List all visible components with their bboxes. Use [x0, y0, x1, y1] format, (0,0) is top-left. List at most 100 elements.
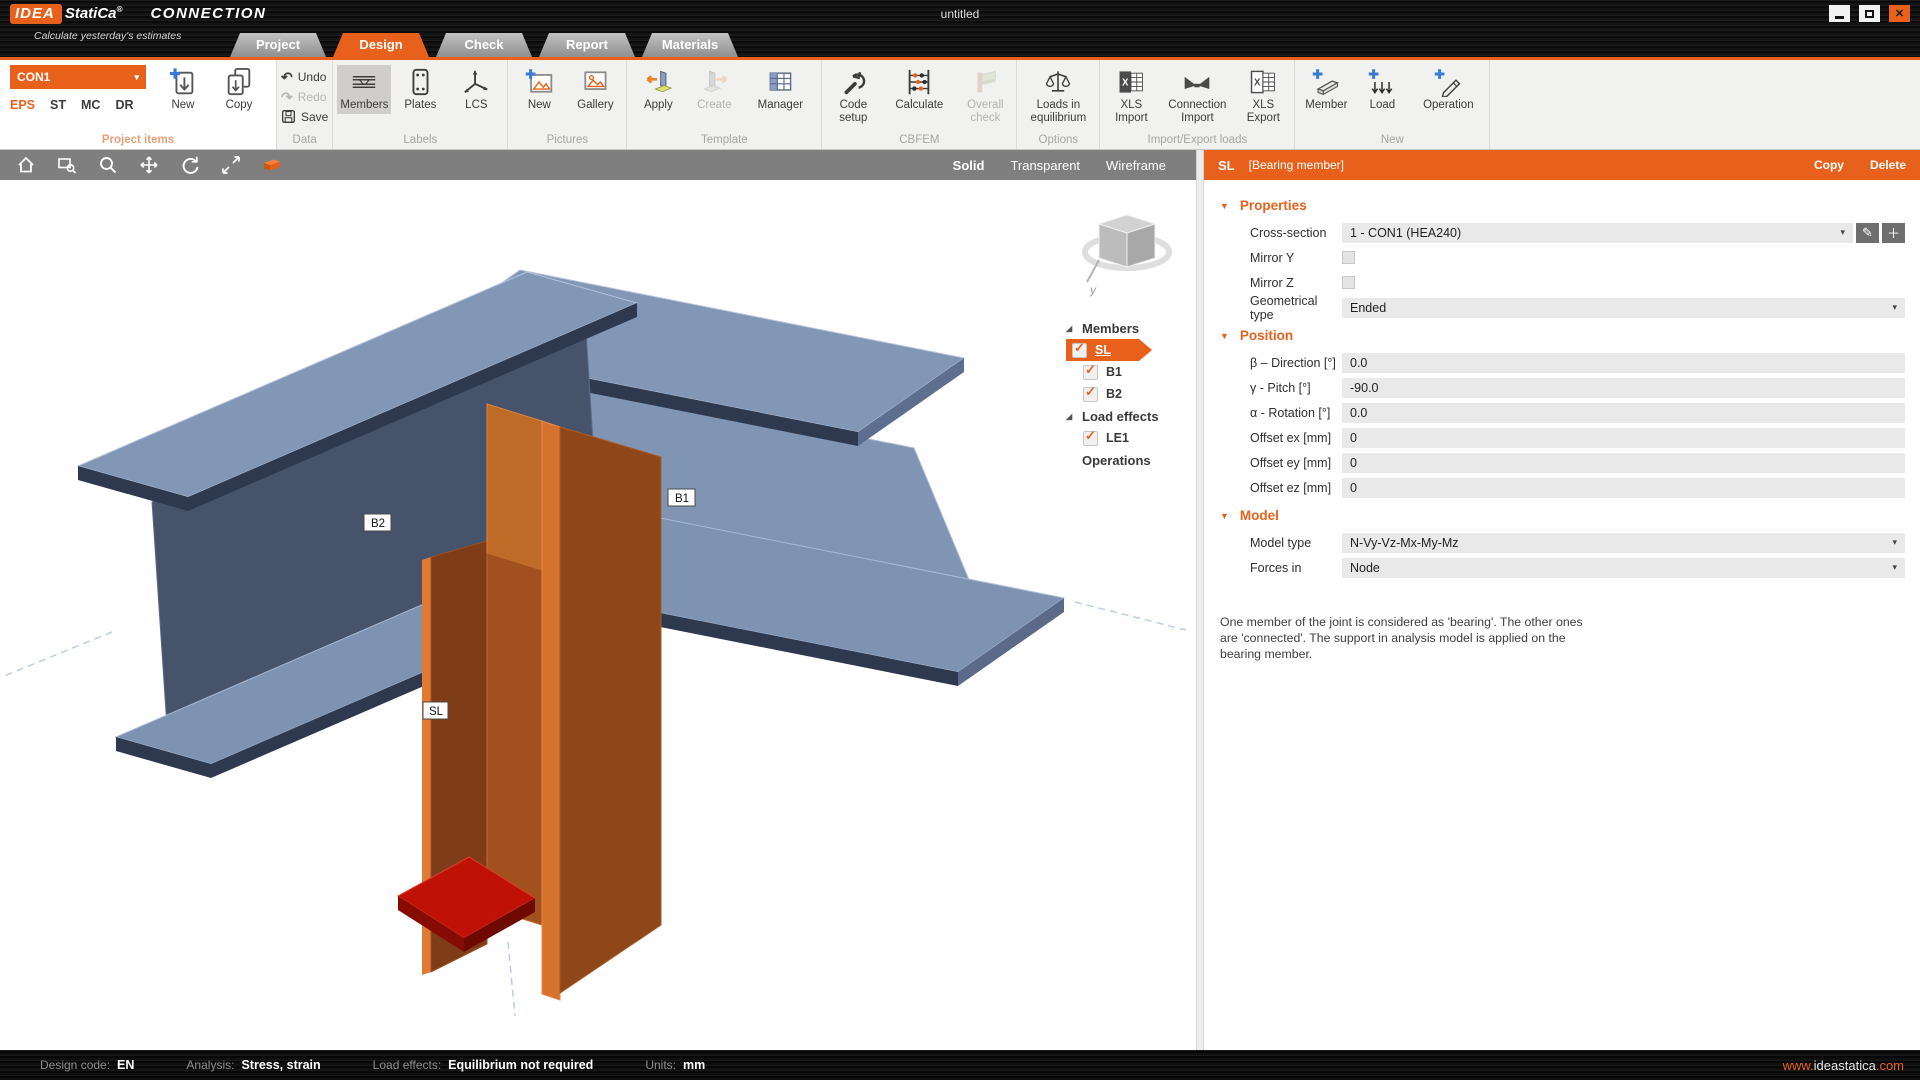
section-position[interactable]: ▼ Position [1210, 320, 1905, 350]
copy-member-button[interactable]: Copy [1814, 158, 1844, 172]
beam-labels-icon [349, 67, 379, 97]
mirror-y-checkbox[interactable] [1342, 251, 1355, 264]
tree-load-effects-header[interactable]: ◢ Load effects [1066, 405, 1192, 427]
group-label-cbfem: CBFEM [826, 134, 1012, 149]
tab-materials[interactable]: Materials [642, 33, 738, 57]
picture-new-button[interactable]: New [512, 65, 566, 114]
new-operation-button[interactable]: Operation [1411, 65, 1485, 114]
tree-item-b2[interactable]: ✓ B2 [1066, 383, 1192, 405]
maximize-button[interactable] [1859, 5, 1880, 22]
chevron-down-icon: ▾ [1840, 227, 1845, 238]
cross-section-select[interactable]: 1 - CON1 (HEA240) ▾ [1342, 223, 1853, 243]
calculate-button[interactable]: Calculate [882, 65, 956, 114]
undo-button[interactable]: ↶Undo [281, 67, 328, 86]
geometrical-type-select[interactable]: Ended ▾ [1342, 298, 1905, 318]
collapse-triangle-icon[interactable]: ▼ [1220, 511, 1229, 521]
website-link[interactable]: www.ideastatica.com [1783, 1058, 1904, 1073]
tree-item-b2-label: B2 [1106, 387, 1122, 401]
tree-operations-header[interactable]: ◢ Operations [1066, 449, 1192, 471]
section-properties[interactable]: ▼ Properties [1210, 190, 1905, 220]
gamma-pitch-input[interactable]: -90.0 [1342, 378, 1905, 398]
new-load-button[interactable]: Load [1355, 65, 1409, 114]
zoom-window-icon[interactable] [57, 155, 77, 175]
delete-member-button[interactable]: Delete [1870, 158, 1906, 172]
tab-design[interactable]: Design [333, 33, 429, 57]
offset-ex-input[interactable]: 0 [1342, 428, 1905, 448]
3d-canvas[interactable]: B2 B1 SL [0, 180, 1196, 1050]
tab-report[interactable]: Report [539, 33, 635, 57]
checkbox-checked-icon[interactable]: ✓ [1083, 431, 1098, 446]
offset-ez-input[interactable]: 0 [1342, 478, 1905, 498]
xls-import-button[interactable]: X XLS Import [1104, 65, 1158, 126]
gallery-button[interactable]: Gallery [568, 65, 622, 114]
plates-button[interactable]: Plates [393, 65, 447, 114]
tree-item-le1[interactable]: ✓ LE1 [1066, 427, 1192, 449]
member-tag-b2[interactable]: B2 [364, 514, 391, 531]
zoom-fit-icon[interactable] [221, 155, 241, 175]
view-mode-wireframe[interactable]: Wireframe [1106, 158, 1166, 173]
panel-divider[interactable] [1196, 150, 1204, 1050]
members-button[interactable]: Members [337, 65, 391, 114]
checkbox-checked-icon[interactable]: ✓ [1083, 365, 1098, 380]
close-button[interactable]: ✕ [1889, 5, 1910, 22]
beta-direction-input[interactable]: 0.0 [1342, 353, 1905, 373]
solid-brick-icon[interactable] [262, 155, 282, 175]
view-mode-transparent[interactable]: Transparent [1010, 158, 1080, 173]
apply-template-button[interactable]: Apply [631, 65, 685, 114]
tree-members-header[interactable]: ◢ Members [1066, 317, 1192, 339]
expander-icon[interactable]: ◢ [1066, 324, 1075, 333]
view-mode-solid[interactable]: Solid [953, 158, 985, 173]
rotate-view-icon[interactable] [180, 155, 200, 175]
create-template-button[interactable]: Create [687, 65, 741, 114]
mirror-z-checkbox[interactable] [1342, 276, 1355, 289]
row-forces-in: Forces in Node ▾ [1210, 555, 1905, 580]
forces-in-select[interactable]: Node ▾ [1342, 558, 1905, 578]
redo-button[interactable]: ↷Redo [281, 87, 328, 106]
project-item-select[interactable]: CON1 ▾ [10, 65, 146, 89]
alpha-rotation-input[interactable]: 0.0 [1342, 403, 1905, 423]
offset-ex-label: Offset ex [mm] [1210, 431, 1342, 445]
lcs-button[interactable]: LCS [449, 65, 503, 114]
minimize-button[interactable] [1829, 5, 1850, 22]
save-button[interactable]: Save [281, 107, 328, 126]
chevron-down-icon: ▾ [134, 72, 139, 83]
loads-in-equilibrium-button[interactable]: Loads in equilibrium [1021, 65, 1095, 126]
new-item-button[interactable]: New [156, 65, 210, 114]
section-model[interactable]: ▼ Model [1210, 500, 1905, 530]
add-cross-section-button[interactable]: ＋ [1882, 223, 1905, 243]
pan-icon[interactable] [139, 155, 159, 175]
geometrical-type-value: Ended [1350, 301, 1386, 315]
connection-import-label: Connection Import [1168, 99, 1226, 124]
member-tag-sl[interactable]: SL [423, 702, 448, 719]
template-manager-button[interactable]: Manager [743, 65, 817, 114]
navigation-cube[interactable]: y [1080, 208, 1176, 300]
tree-item-sl[interactable]: ✓ SL [1066, 339, 1152, 361]
zoom-icon[interactable] [98, 155, 118, 175]
mode-mc[interactable]: MC [81, 98, 100, 112]
offset-ey-input[interactable]: 0 [1342, 453, 1905, 473]
tab-check[interactable]: Check [436, 33, 532, 57]
mode-eps[interactable]: EPS [10, 98, 35, 112]
ribbon-group-data: ↶Undo ↷Redo Save Data [277, 60, 333, 149]
expander-icon[interactable]: ◢ [1066, 412, 1075, 421]
mode-st[interactable]: ST [50, 98, 66, 112]
tab-project[interactable]: Project [230, 33, 326, 57]
home-view-icon[interactable] [16, 155, 36, 175]
code-setup-button[interactable]: Code setup [826, 65, 880, 126]
copy-item-button[interactable]: Copy [212, 65, 266, 114]
connection-import-button[interactable]: Connection Import [1160, 65, 1234, 126]
overall-check-button[interactable]: Overall check [958, 65, 1012, 126]
tree-item-b1[interactable]: ✓ B1 [1066, 361, 1192, 383]
model-type-select[interactable]: N-Vy-Vz-Mx-My-Mz ▾ [1342, 533, 1905, 553]
member-tag-b1[interactable]: B1 [668, 489, 695, 506]
new-member-button[interactable]: Member [1299, 65, 1353, 114]
collapse-triangle-icon[interactable]: ▼ [1220, 201, 1229, 211]
collapse-triangle-icon[interactable]: ▼ [1220, 331, 1229, 341]
mode-dr[interactable]: DR [115, 98, 133, 112]
xls-export-button[interactable]: X XLS Export [1236, 65, 1290, 126]
svg-text:y: y [1089, 283, 1097, 297]
checkbox-checked-icon[interactable]: ✓ [1072, 343, 1087, 358]
selected-member-type: [Bearing member] [1249, 158, 1344, 172]
checkbox-checked-icon[interactable]: ✓ [1083, 387, 1098, 402]
edit-cross-section-button[interactable]: ✎ [1856, 223, 1879, 243]
